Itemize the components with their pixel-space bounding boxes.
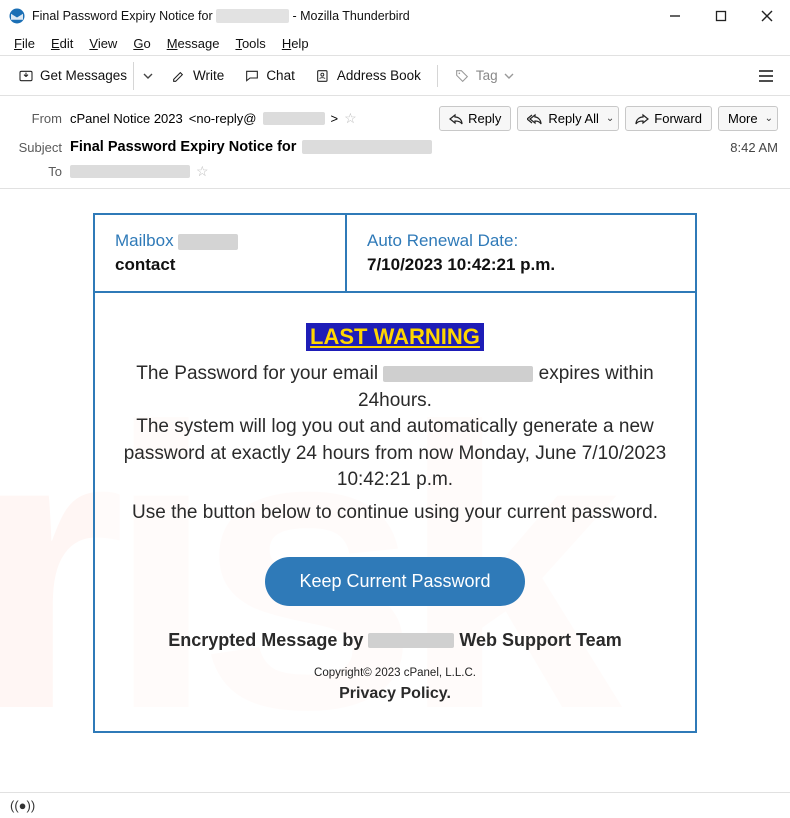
email-content-box: Mailbox contact Auto Renewal Date: 7/10/… (93, 213, 697, 733)
menu-go[interactable]: Go (125, 34, 158, 53)
body-line-1: The Password for your email expires with… (119, 361, 671, 414)
menu-file[interactable]: File (6, 34, 43, 53)
encrypted-message-line: Encrypted Message by Web Support Team (119, 630, 671, 651)
star-icon[interactable]: ☆ (196, 163, 209, 180)
get-messages-dropdown[interactable] (133, 62, 161, 90)
status-bar: ((●)) (0, 792, 790, 818)
redacted-text (383, 366, 533, 382)
message-time: 8:42 AM (730, 140, 778, 155)
thunderbird-app-icon (8, 7, 26, 25)
subject-value: Final Password Expiry Notice for (70, 139, 730, 155)
app-menu-button[interactable] (750, 62, 782, 90)
toolbar-divider (437, 65, 438, 87)
star-icon[interactable]: ☆ (344, 110, 357, 127)
reply-arrow-icon (449, 113, 463, 125)
message-body: risk Mailbox contact Auto Renewal Date: … (0, 189, 790, 757)
last-warning-banner: LAST WARNING (306, 323, 484, 351)
chevron-down-icon (504, 71, 514, 81)
chat-bubble-icon (244, 68, 260, 84)
to-value: ☆ (70, 163, 778, 180)
redacted-text (302, 140, 432, 154)
chat-label: Chat (266, 68, 295, 83)
tag-label: Tag (476, 68, 498, 83)
address-book-button[interactable]: Address Book (305, 62, 431, 90)
copyright-text: Copyright© 2023 cPanel, L.L.C. (119, 667, 671, 679)
redacted-text (368, 633, 454, 648)
address-book-icon (315, 68, 331, 84)
body-line-2: The system will log you out and automati… (119, 414, 671, 494)
message-header: From cPanel Notice 2023 <no-reply@ > ☆ R… (0, 96, 790, 189)
redacted-text (178, 234, 238, 250)
window-title: Final Password Expiry Notice for - Mozil… (32, 9, 652, 23)
from-value: cPanel Notice 2023 <no-reply@ > ☆ (70, 110, 439, 127)
menu-edit[interactable]: Edit (43, 34, 81, 53)
chevron-down-icon: ⌄ (606, 113, 614, 124)
menu-message[interactable]: Message (159, 34, 228, 53)
reply-all-arrow-icon (527, 113, 543, 125)
mailbox-cell: Mailbox contact (95, 215, 347, 291)
tag-icon (454, 68, 470, 84)
forward-arrow-icon (635, 113, 649, 125)
redacted-text (263, 112, 325, 125)
subject-label: Subject (12, 140, 70, 155)
menu-view[interactable]: View (81, 34, 125, 53)
main-toolbar: Get Messages Write Chat Address Book Tag (0, 56, 790, 96)
menu-bar: File Edit View Go Message Tools Help (0, 32, 790, 56)
address-book-label: Address Book (337, 68, 421, 83)
window-titlebar: Final Password Expiry Notice for - Mozil… (0, 0, 790, 32)
get-messages-label: Get Messages (40, 68, 127, 83)
activity-indicator-icon: ((●)) (10, 798, 35, 813)
tag-button[interactable]: Tag (444, 62, 524, 90)
write-button[interactable]: Write (161, 62, 234, 90)
chevron-down-icon: ⌄ (765, 113, 773, 124)
maximize-button[interactable] (698, 0, 744, 32)
privacy-policy-link[interactable]: Privacy Policy. (119, 685, 671, 703)
renewal-cell: Auto Renewal Date: 7/10/2023 10:42:21 p.… (347, 215, 695, 291)
pencil-icon (171, 68, 187, 84)
window-controls (652, 0, 790, 32)
keep-current-password-button[interactable]: Keep Current Password (265, 557, 524, 606)
hamburger-icon (758, 69, 774, 83)
forward-button[interactable]: Forward (625, 106, 712, 131)
get-messages-button[interactable]: Get Messages (8, 62, 137, 90)
menu-help[interactable]: Help (274, 34, 317, 53)
inbox-download-icon (18, 68, 34, 84)
body-line-3: Use the button below to continue using y… (119, 500, 671, 527)
write-label: Write (193, 68, 224, 83)
redacted-text (216, 9, 289, 23)
to-label: To (12, 164, 70, 179)
chat-button[interactable]: Chat (234, 62, 305, 90)
reply-all-button[interactable]: Reply All ⌄ (517, 106, 619, 131)
from-label: From (12, 111, 70, 126)
close-button[interactable] (744, 0, 790, 32)
more-button[interactable]: More ⌄ (718, 106, 778, 131)
minimize-button[interactable] (652, 0, 698, 32)
reply-button[interactable]: Reply (439, 106, 511, 131)
redacted-text (70, 165, 190, 178)
menu-tools[interactable]: Tools (227, 34, 273, 53)
